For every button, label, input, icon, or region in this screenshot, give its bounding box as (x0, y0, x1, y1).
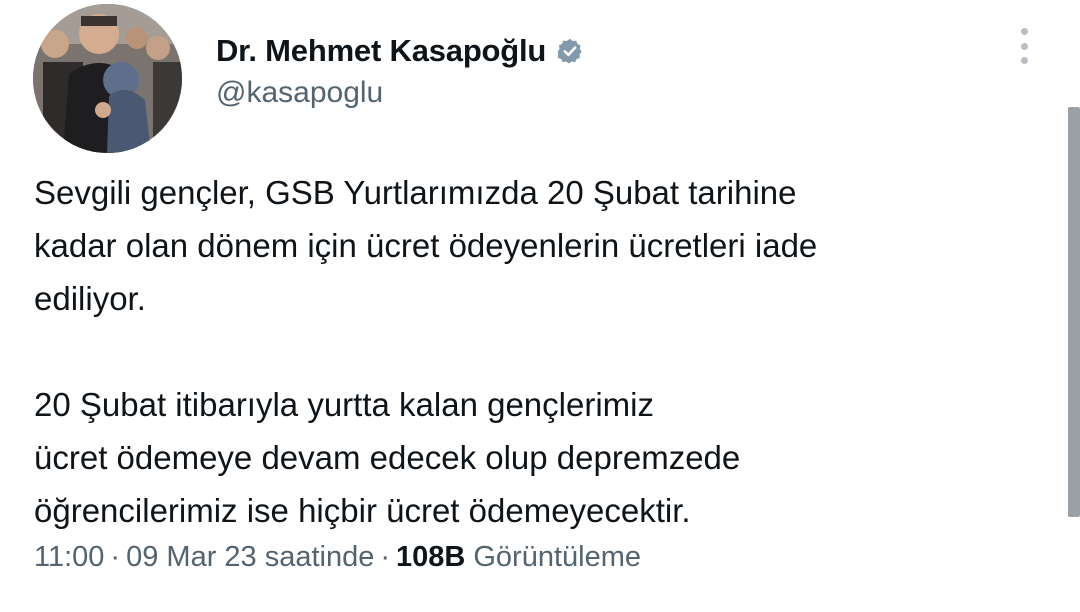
tweet-meta: 11:00 · 09 Mar 23 saatinde · 108B Görünt… (34, 541, 641, 574)
author-name-row[interactable]: Dr. Mehmet Kasapoğlu (216, 33, 584, 69)
verified-badge-icon (556, 37, 584, 65)
tweet-line: ücret ödemeye devam edecek olup depremze… (34, 439, 741, 476)
views-label[interactable]: Görüntüleme (473, 541, 641, 574)
tweet-line: ediliyor. (34, 280, 146, 317)
tweet-line: öğrencilerimiz ise hiçbir ücret ödemeyec… (34, 492, 691, 529)
author-handle[interactable]: @kasapoglu (216, 76, 383, 110)
author-display-name[interactable]: Dr. Mehmet Kasapoğlu (216, 33, 546, 69)
meta-separator: · (110, 541, 121, 573)
tweet-line: Sevgili gençler, GSB Yurtlarımızda 20 Şu… (34, 174, 797, 211)
tweet-line: kadar olan dönem için ücret ödeyenlerin … (34, 227, 818, 264)
more-options-icon[interactable] (1012, 26, 1036, 66)
avatar[interactable] (33, 4, 182, 153)
scrollbar[interactable] (1068, 107, 1080, 517)
tweet-date[interactable]: 09 Mar 23 saatinde (126, 541, 374, 574)
meta-separator: · (380, 541, 391, 573)
views-count[interactable]: 108B (396, 541, 465, 574)
tweet-text: Sevgili gençler, GSB Yurtlarımızda 20 Şu… (34, 166, 1044, 537)
tweet-time[interactable]: 11:00 (34, 541, 104, 574)
tweet-line: 20 Şubat itibarıyla yurtta kalan gençler… (34, 386, 654, 423)
